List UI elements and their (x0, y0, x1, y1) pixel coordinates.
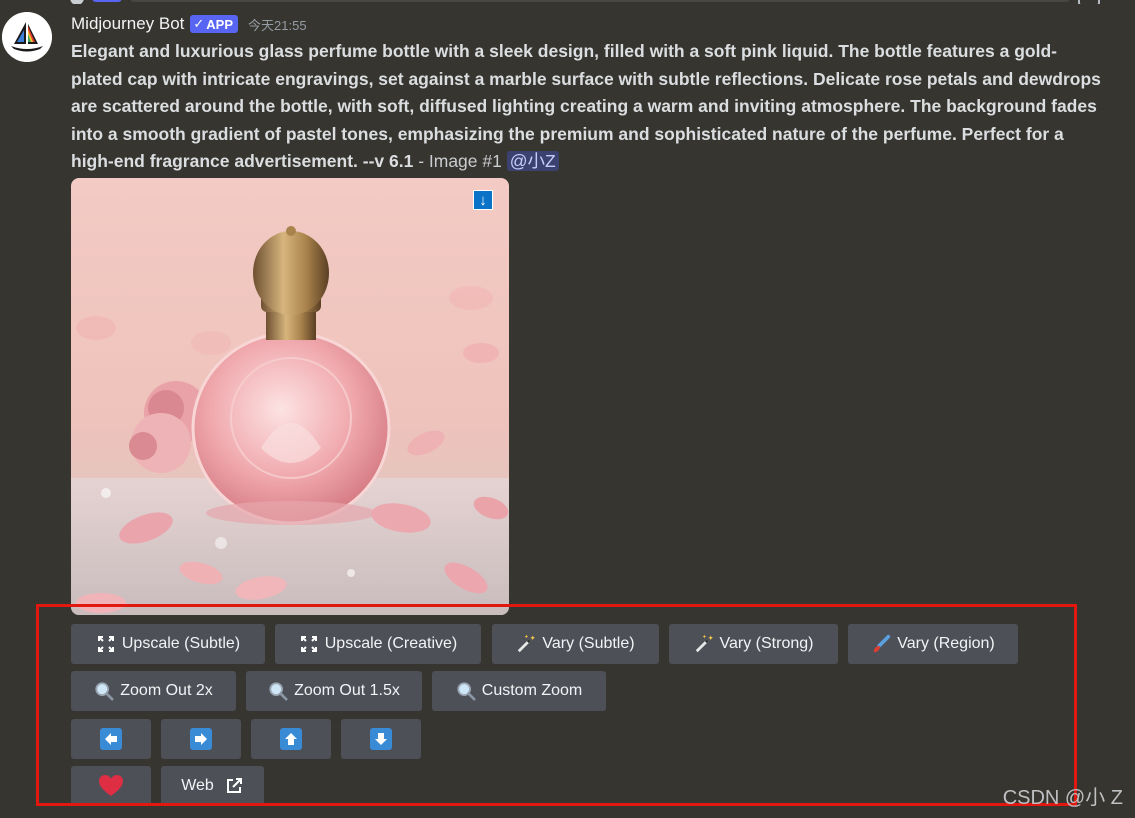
svg-text:✦: ✦ (530, 633, 536, 642)
svg-text:✦: ✦ (525, 634, 530, 641)
watermark: CSDN @小 Z (1002, 787, 1123, 809)
zoom-out-1-5x-button[interactable]: Zoom Out 1.5x (246, 671, 422, 711)
message-content: Elegant and luxurious glass perfume bott… (71, 38, 1101, 176)
magnifier-icon (456, 681, 476, 701)
magic-wand-icon: ✦ ✦ (694, 633, 714, 654)
expand-icon (96, 634, 116, 654)
app-badge: ✓ APP (190, 15, 239, 33)
upscale-creative-label: Upscale (Creative) (324, 635, 458, 652)
author-name[interactable]: Midjourney Bot (71, 14, 184, 34)
more-options-icon[interactable] (1078, 0, 1100, 4)
web-label: Web (181, 777, 214, 794)
zoom-out-2x-button[interactable]: Zoom Out 2x (71, 671, 236, 711)
upscale-creative-button[interactable]: Upscale (Creative) (275, 624, 481, 664)
image-index-text: - Image #1 (413, 151, 507, 171)
arrow-up-icon (280, 728, 302, 750)
web-link-button[interactable]: Web (161, 766, 264, 806)
app-badge-label: APP (206, 16, 234, 32)
zoom-out-1-5x-label: Zoom Out 1.5x (294, 682, 400, 699)
verified-check-icon: ✓ (193, 16, 205, 31)
pan-down-button[interactable] (341, 719, 421, 759)
favorite-button[interactable] (71, 766, 151, 806)
reply-text-cutoff (130, 0, 1070, 2)
magic-wand-icon: ✦ ✦ (516, 633, 536, 654)
discord-chat-view: Midjourney Bot ✓ APP 今天21:55 Elegant and… (0, 0, 1135, 818)
prompt-text: Elegant and luxurious glass perfume bott… (71, 41, 1101, 171)
generated-image[interactable]: ↓ (71, 178, 509, 615)
user-mention[interactable]: @小Z (506, 151, 559, 171)
pan-up-button[interactable] (251, 719, 331, 759)
vary-region-button[interactable]: Vary (Region) (848, 624, 1018, 664)
arrow-down-icon (370, 728, 392, 750)
custom-zoom-label: Custom Zoom (481, 682, 583, 699)
reply-avatar (70, 0, 84, 4)
svg-text:✦: ✦ (707, 633, 713, 642)
paintbrush-icon (871, 634, 891, 654)
vary-region-label: Vary (Region) (897, 635, 995, 652)
magnifier-icon (268, 681, 288, 701)
external-link-icon (224, 776, 244, 796)
vary-strong-button[interactable]: ✦ ✦ Vary (Strong) (669, 624, 838, 664)
sailboat-logo-icon (2, 12, 52, 62)
custom-zoom-button[interactable]: Custom Zoom (432, 671, 606, 711)
message-timestamp: 今天21:55 (248, 17, 307, 33)
heart-icon (98, 773, 124, 799)
arrow-left-icon (100, 728, 122, 750)
arrow-right-icon (190, 728, 212, 750)
vary-subtle-label: Vary (Subtle) (542, 635, 635, 652)
vary-subtle-button[interactable]: ✦ ✦ Vary (Subtle) (492, 624, 659, 664)
bot-avatar[interactable] (2, 12, 52, 62)
previous-message-cutoff (70, 0, 1100, 4)
pan-right-button[interactable] (161, 719, 241, 759)
download-arrow-icon[interactable]: ↓ (473, 190, 493, 210)
zoom-out-2x-label: Zoom Out 2x (120, 682, 213, 699)
vary-strong-label: Vary (Strong) (719, 635, 814, 652)
upscale-subtle-button[interactable]: Upscale (Subtle) (71, 624, 265, 664)
magnifier-icon (94, 681, 114, 701)
reply-badge (92, 0, 122, 2)
svg-text:✦: ✦ (702, 634, 707, 641)
message-header: Midjourney Bot ✓ APP 今天21:55 (71, 12, 307, 36)
perfume-bottle-image (71, 178, 509, 615)
expand-icon (299, 634, 319, 654)
upscale-subtle-label: Upscale (Subtle) (121, 635, 241, 652)
pan-left-button[interactable] (71, 719, 151, 759)
